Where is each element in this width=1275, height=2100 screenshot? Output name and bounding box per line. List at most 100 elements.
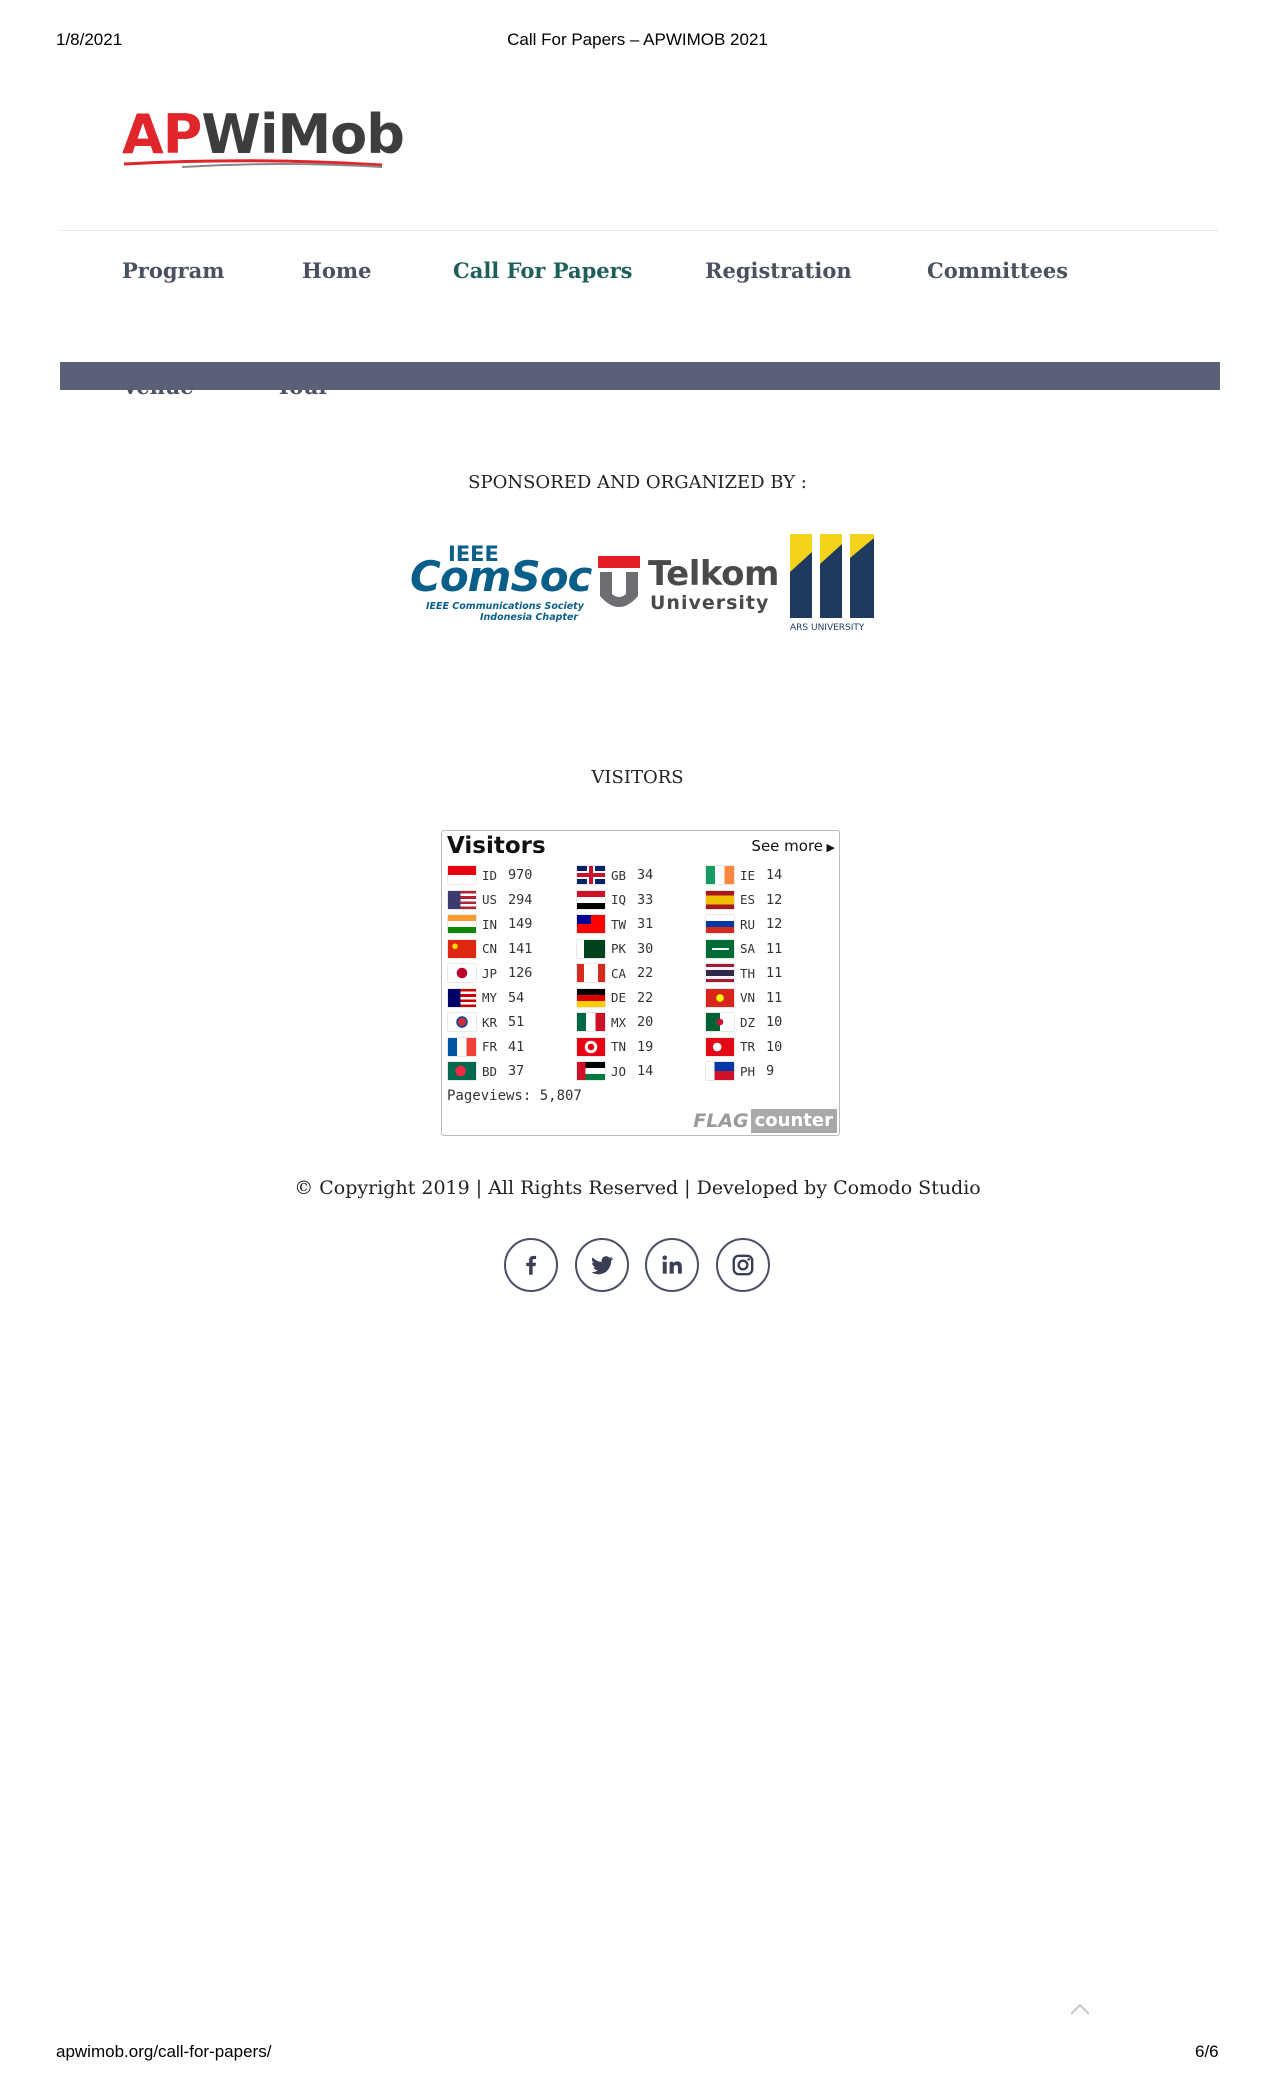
flag-jo-icon xyxy=(577,1062,605,1081)
print-title: Call For Papers – APWIMOB 2021 xyxy=(507,30,768,49)
country-code: TW xyxy=(611,916,627,932)
flag-id-icon xyxy=(448,866,476,885)
country-code: JP xyxy=(482,965,498,981)
flag-my-icon xyxy=(448,988,476,1007)
nav-item-registration[interactable]: Registration xyxy=(705,258,852,283)
nav-item-home[interactable]: Home xyxy=(302,258,371,283)
flag-tn-icon xyxy=(577,1037,605,1056)
country-code: KR xyxy=(482,1014,498,1030)
logo-part2: WiMob xyxy=(201,103,405,166)
visitor-count: 9 xyxy=(766,1063,775,1080)
country-code: SA xyxy=(740,941,756,957)
flag-us-icon xyxy=(448,890,476,909)
flag-tw-icon xyxy=(577,915,605,934)
visitor-count: 34 xyxy=(637,867,654,884)
list-item: MY 54 xyxy=(448,986,532,1011)
list-item: IN 149 xyxy=(448,912,532,937)
flag-kr-icon xyxy=(448,1013,476,1032)
flag-tr-icon xyxy=(706,1037,734,1056)
list-item: SA 11 xyxy=(706,937,782,962)
visitor-count: 20 xyxy=(637,1014,654,1031)
visitor-count: 22 xyxy=(637,989,654,1006)
visitors-widget-title: Visitors xyxy=(447,833,546,859)
country-code: US xyxy=(482,892,498,908)
list-item: ES 12 xyxy=(706,888,782,913)
country-code: DE xyxy=(611,990,627,1006)
site-logo[interactable]: APWiMob xyxy=(122,108,405,178)
flag-ie-icon xyxy=(706,866,734,885)
list-item: BD 37 xyxy=(448,1059,532,1084)
visitor-count: 10 xyxy=(766,1038,783,1055)
list-item: MX 20 xyxy=(577,1010,653,1035)
visitor-count: 30 xyxy=(637,940,654,957)
flag-sa-icon xyxy=(706,939,734,958)
flag-counter-brand[interactable]: FLAG counter xyxy=(693,1109,837,1133)
logo-part1: AP xyxy=(122,103,202,166)
list-item: TN 19 xyxy=(577,1035,653,1060)
flag-counter-widget[interactable]: Visitors See more ▶ ID 970 US 294 IN 149 CN… xyxy=(441,830,840,1136)
list-item: GB 34 xyxy=(577,863,653,888)
visitor-count: 54 xyxy=(508,989,525,1006)
visitor-count: 14 xyxy=(766,867,783,884)
country-code: IQ xyxy=(611,892,627,908)
nav-item-program[interactable]: Program xyxy=(122,258,224,283)
list-item: US 294 xyxy=(448,888,532,913)
country-code: RU xyxy=(740,916,756,932)
flag-de-icon xyxy=(577,988,605,1007)
list-item: CA 22 xyxy=(577,961,653,986)
nav-item-call-for-papers[interactable]: Call For Papers xyxy=(453,258,633,283)
country-code: VN xyxy=(740,990,756,1006)
country-code: FR xyxy=(482,1039,498,1055)
twitter-button[interactable] xyxy=(575,1238,629,1292)
ars-text: ARS UNIVERSITY xyxy=(790,623,865,633)
visitor-count: 11 xyxy=(766,940,783,957)
visitor-count: 10 xyxy=(766,1014,783,1031)
flag-es-icon xyxy=(706,890,734,909)
visitors-heading: VISITORS xyxy=(591,767,684,788)
visitor-count: 41 xyxy=(508,1038,525,1055)
list-item: IE 14 xyxy=(706,863,782,888)
scroll-top-chevron-up-icon[interactable] xyxy=(1068,2000,1092,2018)
list-item: PH 9 xyxy=(706,1059,782,1084)
brand-flag-text: FLAG xyxy=(693,1110,749,1132)
instagram-button[interactable] xyxy=(716,1238,770,1292)
telkom-logo: Telkom University xyxy=(598,552,798,622)
flag-th-icon xyxy=(706,964,734,983)
visitor-count: 149 xyxy=(508,916,533,933)
visitor-count: 14 xyxy=(637,1063,654,1080)
flag-cn-icon xyxy=(448,939,476,958)
triangle-right-icon: ▶ xyxy=(823,841,835,854)
list-item: DE 22 xyxy=(577,986,653,1011)
nav-item-committees[interactable]: Committees xyxy=(927,258,1068,283)
facebook-icon xyxy=(526,1255,537,1275)
linkedin-button[interactable] xyxy=(645,1238,699,1292)
sponsors-heading: SPONSORED AND ORGANIZED BY : xyxy=(468,472,807,493)
ars-emblem-icon xyxy=(790,534,874,618)
comsoc-logo: IEEE ComSoc IEEE Communications Society … xyxy=(410,542,592,623)
list-item: DZ 10 xyxy=(706,1010,782,1035)
flag-fr-icon xyxy=(448,1037,476,1056)
flag-pk-icon xyxy=(577,939,605,958)
visitor-count: 126 xyxy=(508,965,533,982)
country-code: GB xyxy=(611,867,627,883)
flag-in-icon xyxy=(448,915,476,934)
ars-logo: ARS UNIVERSITY xyxy=(790,534,880,634)
linkedin-icon xyxy=(662,1255,682,1274)
print-page-number: 6/6 xyxy=(1195,2042,1219,2061)
country-code: DZ xyxy=(740,1014,756,1030)
brand-counter-text: counter xyxy=(750,1109,837,1133)
copyright-text: © Copyright 2019 | All Rights Reserved |… xyxy=(294,1177,981,1199)
visitor-count: 31 xyxy=(637,916,654,933)
list-item: TH 11 xyxy=(706,961,782,986)
list-item: PK 30 xyxy=(577,937,653,962)
comsoc-sub2: Indonesia Chapter xyxy=(480,612,579,623)
visitor-count: 11 xyxy=(766,989,783,1006)
visitor-count: 11 xyxy=(766,965,783,982)
telkom-university-text: University xyxy=(650,592,770,614)
see-more-link[interactable]: See more ▶ xyxy=(751,837,835,855)
flag-ph-icon xyxy=(706,1062,734,1081)
country-code: IN xyxy=(482,916,498,932)
country-code: IE xyxy=(740,867,756,883)
facebook-button[interactable] xyxy=(504,1238,558,1292)
visitor-count: 37 xyxy=(508,1063,525,1080)
